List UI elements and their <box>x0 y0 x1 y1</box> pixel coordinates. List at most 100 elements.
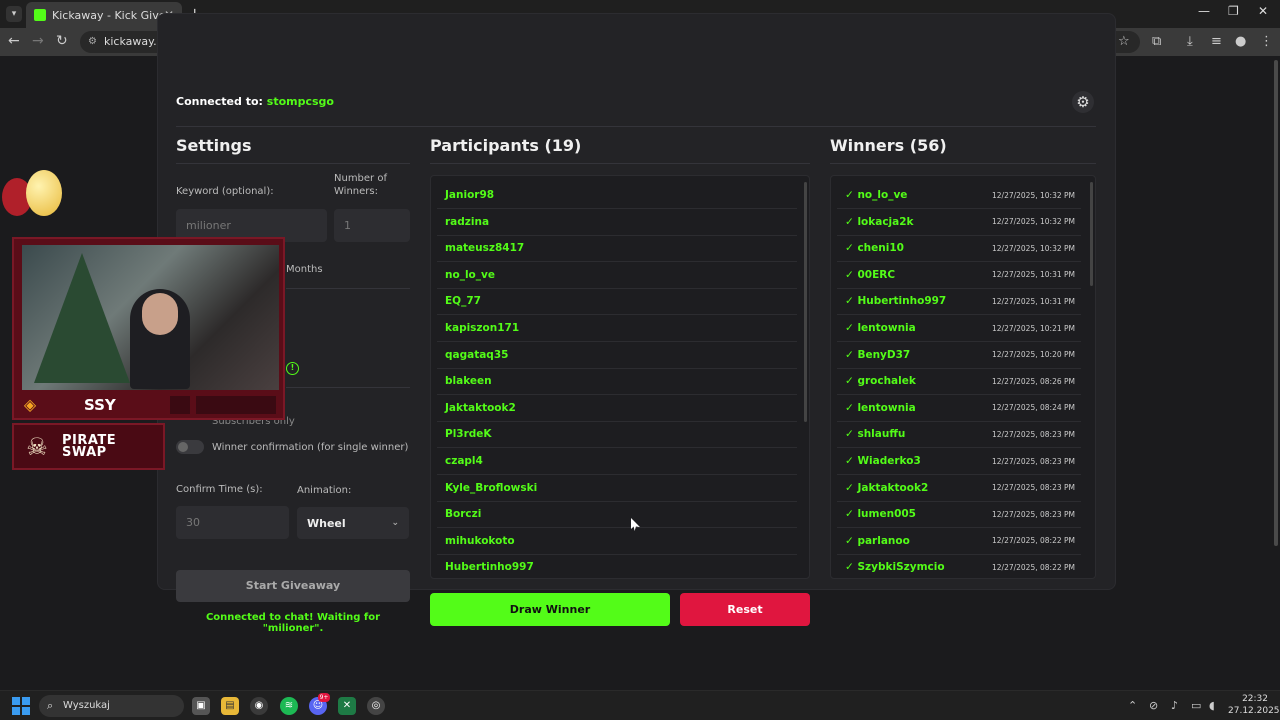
reset-button[interactable]: Reset <box>680 593 810 626</box>
winner-timestamp: 12/27/2025, 08:23 PM <box>992 483 1075 493</box>
winner-timestamp: 12/27/2025, 10:32 PM <box>992 243 1075 253</box>
winner-row: ✓ Jaktaktook2 12/27/2025, 08:23 PM <box>837 475 1081 502</box>
winner-timestamp: 12/27/2025, 10:32 PM <box>992 190 1075 200</box>
start-giveaway-button[interactable]: Start Giveaway <box>176 570 410 602</box>
participant-name: czapl4 <box>445 455 483 467</box>
winner-name: ✓ lokacja2k <box>845 215 914 228</box>
winner-name: ✓ no_lo_ve <box>845 189 908 201</box>
discord-badge: 9+ <box>318 693 330 702</box>
tab-search-icon[interactable]: ▾ <box>6 6 22 22</box>
winner-timestamp: 12/27/2025, 08:23 PM <box>992 429 1075 439</box>
obs-icon[interactable]: ◎ <box>367 697 385 715</box>
participant-name: Jaktaktook2 <box>445 401 516 414</box>
winner-row: ✓ lokacja2k 12/27/2025, 10:32 PM <box>837 209 1081 236</box>
winner-name: ✓ lentownia <box>845 401 916 414</box>
minimize-icon[interactable]: — <box>1198 4 1210 18</box>
info-icon[interactable]: ! <box>286 362 299 375</box>
back-icon[interactable]: ← <box>8 33 20 49</box>
participants-scrollbar[interactable] <box>804 182 807 422</box>
draw-winner-button[interactable]: Draw Winner <box>430 593 670 626</box>
settings-divider <box>176 163 410 164</box>
bookmark-star-icon[interactable]: ☆ <box>1118 34 1130 49</box>
windows-start-icon[interactable] <box>12 697 30 715</box>
christmas-tree <box>34 253 130 383</box>
winners-scrollbar[interactable] <box>1090 182 1093 286</box>
channel-name: stompcsgo <box>266 95 334 108</box>
winner-timestamp: 12/27/2025, 08:22 PM <box>992 536 1075 546</box>
confirm-time-input[interactable]: 30 <box>176 506 289 539</box>
pirateswap-text: PIRATE SWAP <box>62 432 117 460</box>
taskbar-clock[interactable]: 22:32 27.12.2025 <box>1228 693 1280 717</box>
page-scrollbar[interactable] <box>1274 60 1278 546</box>
participant-name: Pl3rdeK <box>445 428 492 441</box>
confirm-time-label: Confirm Time (s): <box>176 484 263 495</box>
menu-kebab-icon[interactable]: ⋮ <box>1260 34 1273 49</box>
task-view-icon[interactable]: ▣ <box>192 697 210 715</box>
forward-icon[interactable]: → <box>32 33 44 49</box>
winner-row: ✓ lentownia 12/27/2025, 10:21 PM <box>837 315 1081 342</box>
restore-icon[interactable]: ❐ <box>1228 4 1239 18</box>
winner-name: ✓ grochalek <box>845 375 916 388</box>
animation-select[interactable]: Wheel ⌄ <box>297 507 409 539</box>
winner-row: ✓ shlauffu 12/27/2025, 08:23 PM <box>837 421 1081 449</box>
chrome-icon[interactable]: ◉ <box>250 697 268 715</box>
network-icon[interactable]: ⊘ <box>1149 699 1158 712</box>
webcam-overlay: ◈ SSY <box>12 237 285 420</box>
overlay-block <box>195 396 276 414</box>
excel-icon[interactable]: ✕ <box>338 697 356 715</box>
pirateswap-banner: ☠ PIRATE SWAP <box>12 423 165 470</box>
display-icon[interactable]: ▭ <box>1191 699 1201 712</box>
winner-row: ✓ lentownia 12/27/2025, 08:24 PM <box>837 395 1081 422</box>
winners-input[interactable]: 1 <box>334 209 410 242</box>
participant-name: Hubertinho997 <box>445 561 534 574</box>
winner-row: ✓ Wiaderko3 12/27/2025, 08:23 PM <box>837 448 1081 475</box>
confirmation-label: Winner confirmation (for single winner) <box>212 442 409 453</box>
participant-row: EQ_77 <box>437 288 797 316</box>
extensions-icon[interactable]: ⧉ <box>1152 34 1161 49</box>
animation-value: Wheel <box>307 516 346 530</box>
participants-title: Participants (19) <box>430 136 582 155</box>
close-window-icon[interactable]: ✕ <box>1258 4 1268 18</box>
winner-timestamp: 12/27/2025, 08:24 PM <box>992 403 1075 413</box>
participant-name: EQ_77 <box>445 295 481 308</box>
participant-row: czapl4 <box>437 448 797 475</box>
winner-name: ✓ lentownia <box>845 322 916 334</box>
reload-icon[interactable]: ↻ <box>56 33 68 49</box>
site-info-icon[interactable]: ⚙ <box>88 31 97 53</box>
taskbar-search[interactable]: ⌕ Wyszukaj <box>39 695 184 717</box>
volume-icon[interactable]: ◖ <box>1209 699 1215 712</box>
participant-name: kapiszon171 <box>445 322 520 334</box>
participant-row: qagataq35 <box>437 342 797 369</box>
winner-timestamp: 12/27/2025, 10:32 PM <box>992 217 1075 227</box>
participant-row: Borczi <box>437 501 797 529</box>
connection-info: Connected to: stompcsgo <box>176 95 334 108</box>
microphone-icon[interactable]: ♪ <box>1171 699 1178 712</box>
profile-icon[interactable]: ● <box>1235 34 1246 49</box>
winners-divider <box>830 163 1096 164</box>
participant-row: Pl3rdeK <box>437 421 797 449</box>
webcam-feed <box>22 245 279 390</box>
months-divider <box>286 288 410 289</box>
winner-timestamp: 12/27/2025, 08:23 PM <box>992 509 1075 519</box>
clock-date: 27.12.2025 <box>1228 706 1280 716</box>
winner-row: ✓ no_lo_ve 12/27/2025, 10:32 PM <box>837 182 1081 209</box>
download-icon[interactable]: ⤓ <box>1187 34 1193 49</box>
participant-name: mateusz8417 <box>445 242 525 255</box>
participants-list[interactable]: Janior98 radzina mateusz8417 no_lo_ve EQ_77 k… <box>430 175 810 579</box>
tray-chevron-up-icon[interactable]: ⌃ <box>1128 699 1137 712</box>
spotify-icon[interactable]: ≋ <box>280 697 298 715</box>
search-placeholder: Wyszukaj <box>63 700 110 711</box>
winner-confirmation-toggle[interactable] <box>176 440 204 454</box>
participant-row: no_lo_ve <box>437 262 797 289</box>
winners-list[interactable]: ✓ no_lo_ve 12/27/2025, 10:32 PM ✓ lokacja2… <box>830 175 1096 579</box>
media-icon[interactable]: ≡ <box>1211 34 1222 49</box>
participant-row: radzina <box>437 209 797 236</box>
settings-gear-icon[interactable]: ⚙ <box>1072 91 1094 113</box>
participant-name: Borczi <box>445 508 482 521</box>
winner-timestamp: 12/27/2025, 10:31 PM <box>992 296 1075 306</box>
winner-name: ✓ 00ERC <box>845 268 896 281</box>
file-explorer-icon[interactable]: ▤ <box>221 697 239 715</box>
winners-label: Number of Winners: <box>334 173 387 197</box>
winner-row: ✓ 00ERC 12/27/2025, 10:31 PM <box>837 262 1081 289</box>
search-icon: ⌕ <box>47 699 54 712</box>
